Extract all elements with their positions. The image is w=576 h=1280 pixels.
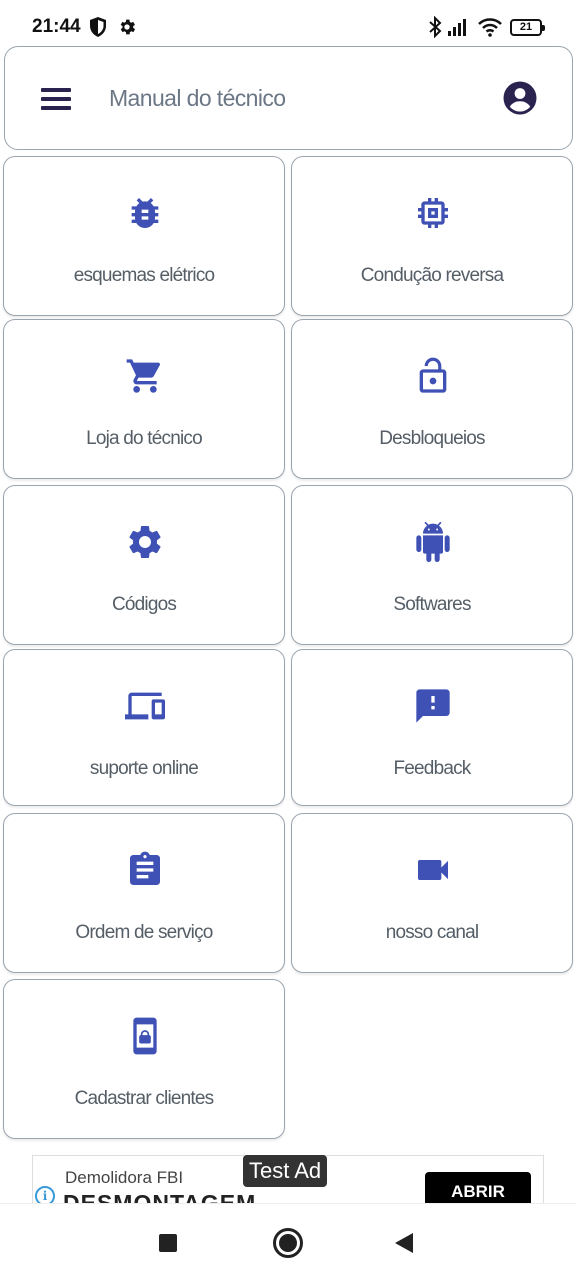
test-ad-badge: Test Ad: [243, 1155, 328, 1187]
tile-label: Cadastrar clientes: [74, 1088, 215, 1109]
ad-brand: Demolidora FBI: [65, 1168, 184, 1187]
gear-icon: [120, 19, 136, 35]
tile-conducao-reversa[interactable]: Condução reversa: [291, 156, 573, 316]
home-icon[interactable]: [273, 1228, 303, 1258]
tile-codigos[interactable]: Códigos: [3, 485, 285, 645]
tile-label: Loja do técnico: [86, 428, 203, 449]
wifi-icon: [478, 18, 502, 37]
account-circle-icon[interactable]: [502, 80, 538, 116]
tile-label: Softwares: [393, 594, 471, 615]
tile-label: Códigos: [111, 594, 177, 615]
ad-headline: DESMONTAGEM: [63, 1190, 257, 1203]
tile-label: Ordem de serviço: [75, 922, 213, 943]
status-time: 21:44: [32, 16, 81, 37]
tile-suporte-online[interactable]: suporte online: [3, 649, 285, 806]
shield-icon: [90, 17, 106, 37]
info-icon[interactable]: i: [35, 1186, 55, 1203]
tile-ordem-de-servico[interactable]: Ordem de serviço: [3, 813, 285, 973]
app-bar: Manual do técnico: [4, 46, 573, 150]
tile-loja-do-tecnico[interactable]: Loja do técnico: [3, 319, 285, 479]
tile-esquemas-eletrico[interactable]: esquemas elétrico: [3, 156, 285, 316]
signal-icon: [448, 19, 466, 36]
chip-icon: [418, 198, 448, 228]
lock-open-icon: [419, 357, 447, 393]
tile-label: Feedback: [393, 758, 471, 779]
tile-label: Condução reversa: [360, 265, 504, 286]
status-bar: 21:44 21: [0, 0, 576, 48]
bluetooth-icon: [429, 16, 442, 38]
tile-label: nosso canal: [385, 922, 479, 943]
tile-label: suporte online: [89, 758, 199, 779]
cart-icon: [126, 359, 161, 393]
tile-label: Desbloqueios: [379, 428, 485, 449]
back-icon[interactable]: [395, 1233, 413, 1253]
battery-icon: 21: [510, 19, 545, 36]
video-camera-icon: [418, 860, 448, 880]
feedback-icon: [416, 689, 450, 723]
bug-icon: [131, 198, 159, 228]
tile-desbloqueios[interactable]: Desbloqueios: [291, 319, 573, 479]
recent-apps-icon[interactable]: [159, 1234, 177, 1252]
gear-icon: [129, 526, 161, 558]
phone-lock-icon: [133, 1017, 157, 1055]
navigation-bar: [0, 1203, 576, 1280]
tile-softwares[interactable]: Softwares: [291, 485, 573, 645]
tile-feedback[interactable]: Feedback: [291, 649, 573, 806]
devices-icon: [125, 692, 165, 720]
app-title: Manual do técnico: [109, 85, 286, 111]
clipboard-icon: [130, 851, 160, 885]
ad-open-button[interactable]: ABRIR: [425, 1172, 531, 1203]
tile-nosso-canal[interactable]: nosso canal: [291, 813, 573, 973]
tile-label: esquemas elétrico: [73, 265, 215, 286]
hamburger-menu-icon[interactable]: [39, 85, 73, 113]
android-icon: [416, 522, 450, 562]
tile-cadastrar-clientes[interactable]: Cadastrar clientes: [3, 979, 285, 1139]
